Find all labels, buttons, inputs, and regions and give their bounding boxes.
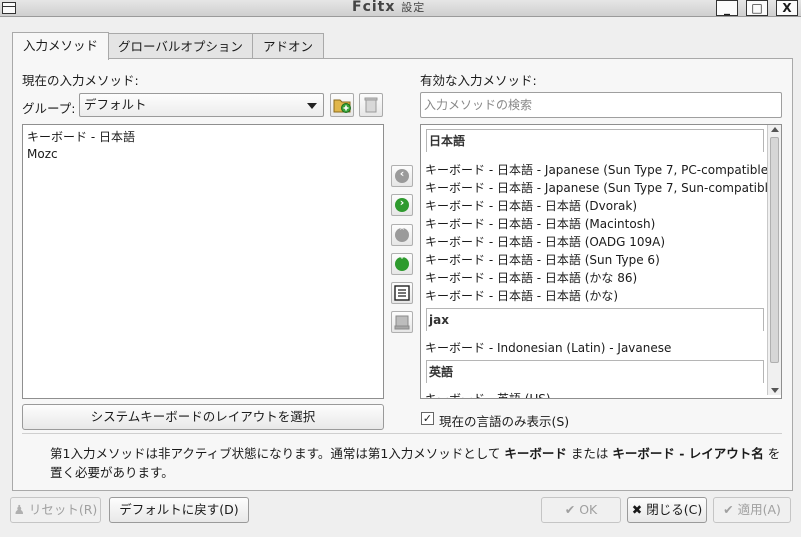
only-current-language-checkbox[interactable]: ✓ <box>421 412 434 425</box>
move-up-button[interactable]: ˆ <box>391 224 413 246</box>
apply-label: 適用(A) <box>737 502 781 517</box>
list-item[interactable]: キーボード - 日本語 - Japanese (Sun Type 7, Sun-… <box>425 179 780 196</box>
list-item[interactable]: キーボード - 日本語 <box>27 128 135 145</box>
close-window-button[interactable]: X <box>776 0 798 16</box>
ok-label: OK <box>579 502 598 517</box>
info-note: 第1入力メソッドは非アクティブ状態になります。通常は第1入力メソッドとして キー… <box>50 444 785 482</box>
broom-icon: ♟ <box>13 502 25 517</box>
current-input-methods-heading: 現在の入力メソッド: <box>22 73 139 88</box>
close-button[interactable]: ✖ 閉じる(C) <box>627 497 707 523</box>
group-select[interactable]: デフォルト <box>79 93 324 117</box>
maximize-button[interactable]: □ <box>746 0 768 16</box>
window-title: Fcitx 設定 <box>352 0 426 15</box>
list-item[interactable]: キーボード - 英語 (US) <box>425 390 551 398</box>
window-menu-icon[interactable] <box>2 2 16 14</box>
apply-check-icon: ✔ <box>723 502 734 517</box>
remove-input-method-button[interactable]: ‹ <box>391 165 413 187</box>
window-title-suffix: 設定 <box>401 1 426 14</box>
list-item[interactable]: キーボード - 日本語 - 日本語 (かな 86) <box>425 269 637 286</box>
reset-label: リセット(R) <box>28 502 98 517</box>
list-item[interactable]: キーボード - 日本語 - 日本語 (Sun Type 6) <box>425 251 660 268</box>
scroll-down-icon[interactable] <box>771 388 779 393</box>
close-x-icon: ✖ <box>631 502 643 517</box>
ok-check-icon: ✔ <box>564 502 576 517</box>
divider <box>22 433 782 434</box>
group-header-jax: jax <box>426 308 764 331</box>
tab-input-method[interactable]: 入力メソッド <box>12 32 110 60</box>
keyboard-layout-button[interactable] <box>391 311 413 333</box>
list-item[interactable]: キーボード - 日本語 - 日本語 (Macintosh) <box>425 215 655 232</box>
remove-group-button[interactable] <box>359 93 383 117</box>
note-bold-2: キーボード - レイアウト名 <box>612 446 764 461</box>
arrow-left-icon: ‹ <box>395 167 409 183</box>
input-method-search-field[interactable] <box>420 92 782 118</box>
select-system-layout-button[interactable]: システムキーボードのレイアウトを選択 <box>22 404 384 430</box>
only-current-language-label[interactable]: 現在の言語のみ表示(S) <box>439 411 569 430</box>
group-header-english: 英語 <box>426 360 764 383</box>
folder-add-icon <box>333 99 351 113</box>
move-down-button[interactable]: ˇ <box>391 253 413 275</box>
group-header-japanese: 日本語 <box>426 129 764 152</box>
list-item[interactable]: キーボード - 日本語 - 日本語 (OADG 109A) <box>425 233 665 250</box>
list-scrollbar[interactable] <box>767 125 781 395</box>
title-bar: Fcitx 設定 _ □ X <box>0 0 801 17</box>
configure-button[interactable] <box>391 282 413 304</box>
tab-global-options[interactable]: グローバルオプション <box>107 33 254 59</box>
minimize-button[interactable]: _ <box>716 0 738 16</box>
current-input-method-list[interactable]: キーボード - 日本語 Mozc <box>22 124 384 399</box>
note-bold-1: キーボード <box>504 446 567 461</box>
arrow-right-icon: › <box>395 196 409 212</box>
add-group-button[interactable] <box>330 93 354 117</box>
close-label: 閉じる(C) <box>646 502 703 517</box>
add-input-method-button[interactable]: › <box>391 194 413 216</box>
scroll-up-icon[interactable] <box>771 127 779 132</box>
reset-button[interactable]: ♟ リセット(R) <box>10 497 101 523</box>
note-text-2: または <box>566 446 613 461</box>
list-item[interactable]: キーボード - 日本語 - 日本語 (Dvorak) <box>425 197 637 214</box>
apply-button[interactable]: ✔ 適用(A) <box>713 497 791 523</box>
scrollbar-thumb[interactable] <box>770 137 779 363</box>
arrow-up-icon: ˆ <box>395 226 409 242</box>
list-settings-icon <box>394 285 410 301</box>
restore-default-button[interactable]: デフォルトに戻す(D) <box>109 497 249 523</box>
trash-icon <box>364 97 378 113</box>
note-text-1: 第1入力メソッドは非アクティブ状態になります。通常は第1入力メソッドとして <box>50 446 505 461</box>
keyboard-icon <box>394 315 410 330</box>
list-item[interactable]: Mozc <box>27 147 58 161</box>
available-input-methods-heading: 有効な入力メソッド: <box>420 73 537 88</box>
group-label: グループ: <box>22 101 76 116</box>
group-select-value: デフォルト <box>84 97 147 112</box>
chevron-down-icon <box>307 103 317 109</box>
list-item[interactable]: キーボード - Indonesian (Latin) - Javanese <box>425 339 671 356</box>
tab-addons[interactable]: アドオン <box>252 33 325 59</box>
list-item[interactable]: キーボード - 日本語 - Japanese (Sun Type 7, PC-c… <box>425 161 773 178</box>
ok-button[interactable]: ✔ OK <box>541 497 621 523</box>
available-input-method-list[interactable]: 日本語 キーボード - 日本語 - Japanese (Sun Type 7, … <box>420 124 782 399</box>
list-item[interactable]: キーボード - 日本語 - 日本語 (かな) <box>425 287 618 304</box>
arrow-down-icon: ˇ <box>395 255 409 271</box>
